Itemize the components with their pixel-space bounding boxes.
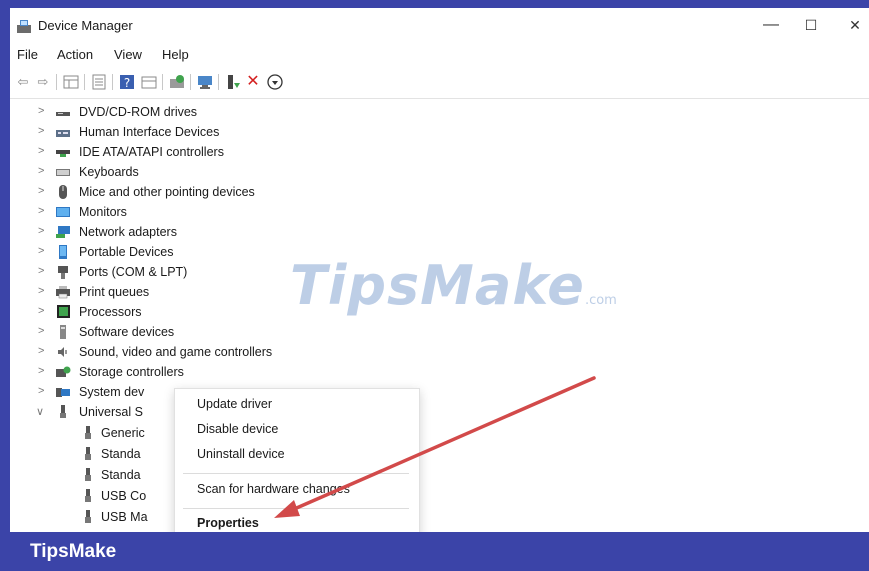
footer-brand: TipsMake <box>30 541 117 562</box>
device-manager-window: Device Manager — ☐ ✕ File Action View He… <box>10 8 869 532</box>
annotation-arrow <box>274 376 596 518</box>
footer-bar: TipsMake <box>0 532 869 571</box>
